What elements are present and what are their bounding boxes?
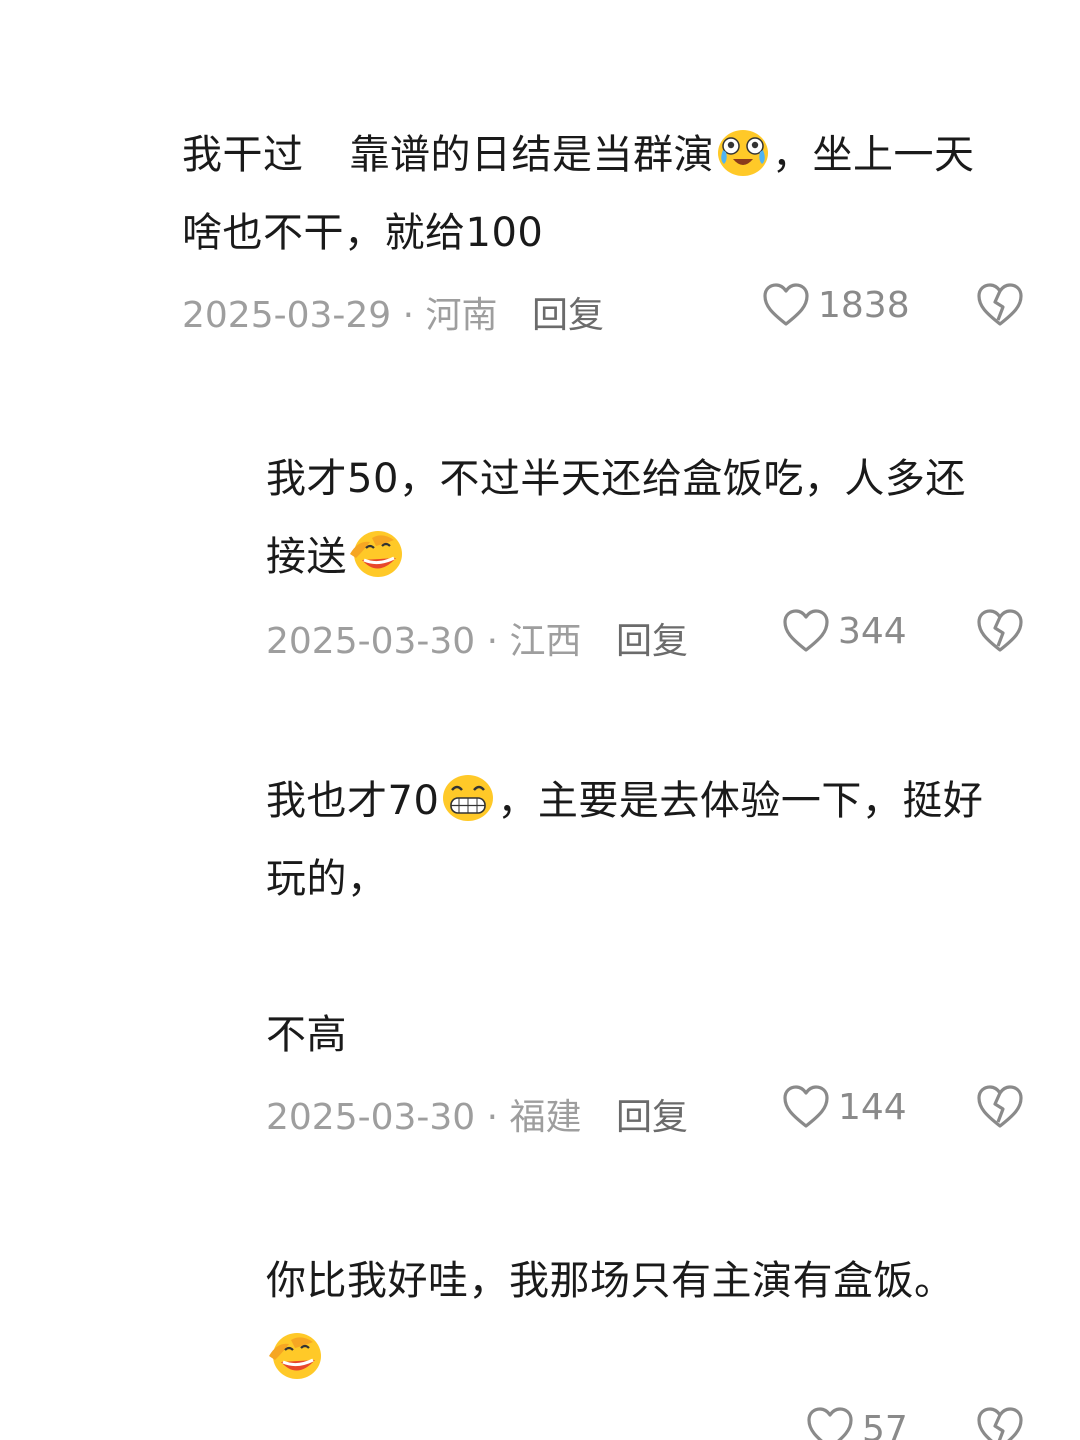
heart-icon [763,283,809,326]
comment-text-line: 我才50，不过半天还给盒饭吃，人多还 [266,456,966,502]
rolling-laughing-emoji-icon [267,1330,323,1382]
grinning-emoji-icon [440,772,496,824]
comment-text: 你比我好哇，我那场只有主演有盒饭。 [266,1242,1056,1398]
comment-text-part: ，主要是去体验一下，挺好 [497,778,984,824]
comment-item: 我才50，不过半天还给盒饭吃，人多还 接送 2025-03-30 · 江西 回复… [266,440,1046,662]
like-count: 344 [838,610,907,652]
like-button[interactable]: 1838 [762,282,910,328]
comment-text-part: 接送 [266,534,347,580]
comment-text-line: 不高 [266,1012,347,1058]
comment-date-location: 2025-03-30 · 福建 [266,1097,582,1138]
comment-meta: 2025-03-29 · 河南 回复 1838 [182,283,1042,338]
broken-heart-icon[interactable] [976,608,1024,654]
comment-item: 我干过 靠谱的日结是当群演 ，坐上一天 啥也不干，就给100 2025-03-2… [182,116,1042,336]
comment-text-part: ，坐上一天 [772,132,975,178]
comment-meta: 2025-03-30 · 江西 回复 344 [266,609,1046,664]
broken-heart-icon[interactable] [976,1406,1024,1440]
comment-text-line: 玩的， [266,856,388,902]
crying-laughing-emoji-icon [715,126,771,178]
comment-text-line: 你比我好哇，我那场只有主演有盒饭。 [266,1258,955,1304]
like-count: 1838 [818,284,910,326]
comment-text-line: 啥也不干，就给100 [182,210,544,256]
broken-heart-icon[interactable] [976,282,1024,328]
heart-icon [783,1085,829,1128]
like-button[interactable]: 57 [806,1406,908,1440]
like-count: 57 [862,1408,908,1440]
rolling-laughing-emoji-icon [348,528,404,580]
comment-date-location: 2025-03-29 · 河南 [182,295,498,336]
comment-item: 我也才70 ，主要是去体验一下，挺好 玩的， 不高 2025-03-30 · 福… [266,762,1056,1138]
reply-button[interactable]: 回复 [532,286,604,338]
comment-text-part: 靠谱的日结是当群演 [349,132,714,178]
comment-text-part: 我也才70 [266,778,440,824]
comment-text: 我才50，不过半天还给盒饭吃，人多还 接送 [266,440,1046,596]
heart-icon [783,609,829,652]
like-button[interactable]: 144 [782,1084,907,1130]
comment-list: 我干过 靠谱的日结是当群演 ，坐上一天 啥也不干，就给100 2025-03-2… [0,0,1080,1440]
comment-item: 你比我好哇，我那场只有主演有盒饭。 57 [266,1242,1056,1440]
reply-button[interactable]: 回复 [616,1088,688,1140]
heart-icon [807,1407,853,1440]
comment-meta: 2025-03-30 · 福建 回复 144 [266,1085,1056,1140]
comment-text: 我也才70 ，主要是去体验一下，挺好 玩的， 不高 [266,762,1056,1074]
like-count: 144 [838,1086,907,1128]
like-button[interactable]: 344 [782,608,907,654]
broken-heart-icon[interactable] [976,1084,1024,1130]
comment-meta: 57 [266,1407,1056,1440]
comment-text: 我干过 靠谱的日结是当群演 ，坐上一天 啥也不干，就给100 [182,116,1042,272]
comment-text-part: 我干过 [182,132,304,178]
comment-date-location: 2025-03-30 · 江西 [266,621,582,662]
reply-button[interactable]: 回复 [616,612,688,664]
